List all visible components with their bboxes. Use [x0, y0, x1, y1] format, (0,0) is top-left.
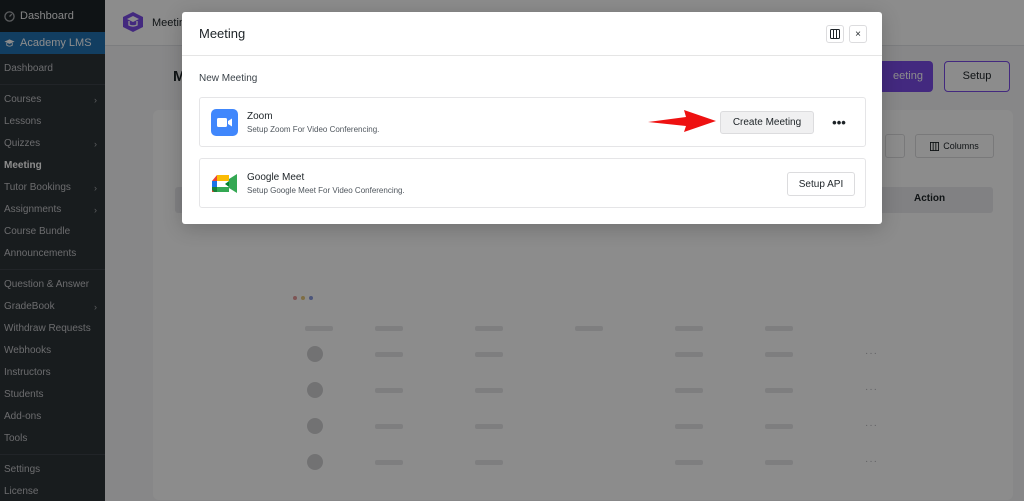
provider-description: Setup Google Meet For Video Conferencing… [247, 186, 405, 195]
google-meet-icon [212, 174, 237, 193]
zoom-icon [211, 109, 238, 136]
more-options-button[interactable]: ••• [827, 111, 851, 134]
close-modal-button[interactable]: × [849, 25, 867, 43]
close-icon: × [855, 28, 861, 40]
panel-layout-icon [830, 29, 840, 39]
provider-zoom: Zoom Setup Zoom For Video Conferencing. … [199, 97, 866, 147]
provider-google-meet: Google Meet Setup Google Meet For Video … [199, 158, 866, 208]
provider-description: Setup Zoom For Video Conferencing. [247, 125, 380, 134]
create-meeting-button[interactable]: Create Meeting [720, 111, 814, 134]
meeting-modal: Meeting × New Meeting Zoom Setup Zoom Fo… [182, 12, 882, 224]
provider-name: Zoom [247, 111, 273, 122]
annotation-arrow-icon [648, 110, 716, 132]
modal-title: Meeting [199, 26, 246, 41]
section-label: New Meeting [199, 73, 258, 84]
provider-name: Google Meet [247, 172, 305, 183]
expand-modal-button[interactable] [826, 25, 844, 43]
setup-api-button[interactable]: Setup API [787, 172, 855, 196]
modal-header: Meeting × [182, 12, 882, 56]
